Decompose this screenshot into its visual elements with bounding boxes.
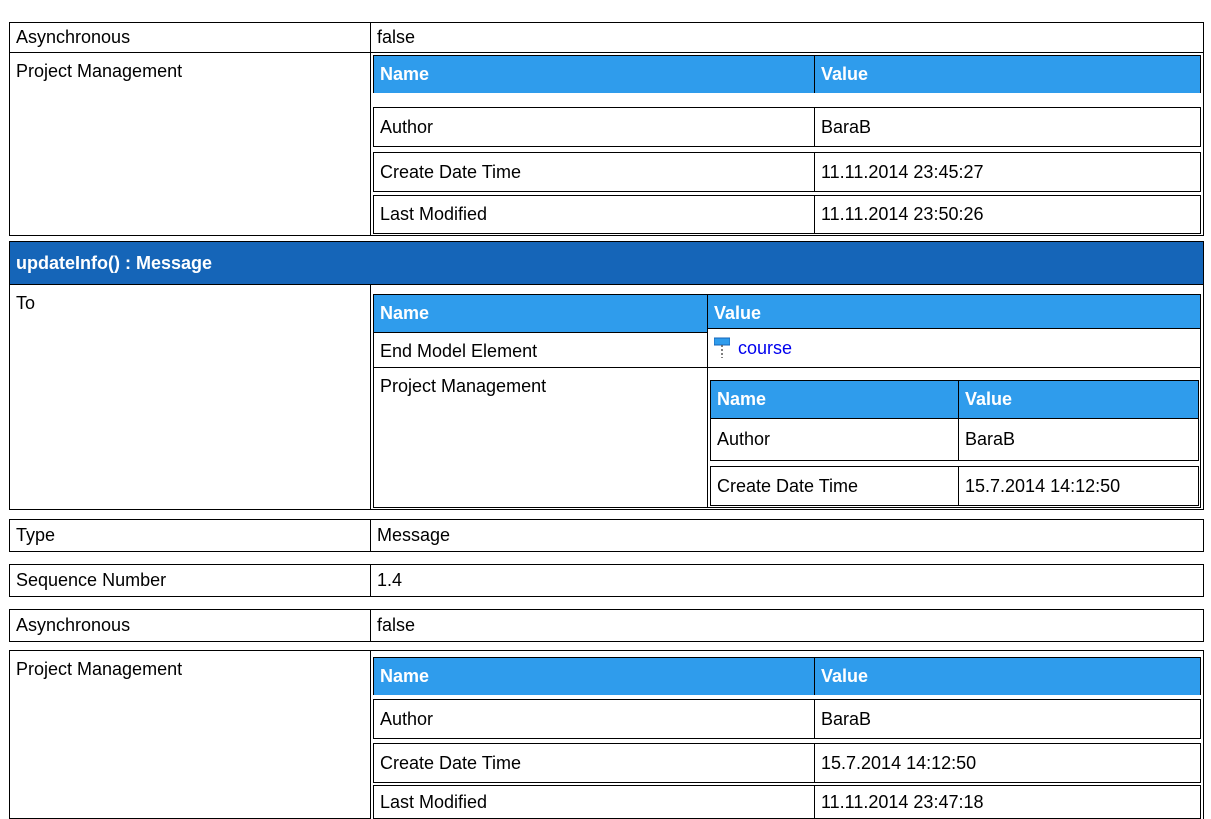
lifeline-icon <box>713 337 731 359</box>
pm-row-name: Author <box>373 107 815 147</box>
type-value: Message <box>370 519 1204 552</box>
sequence-number-label: Sequence Number <box>9 564 371 597</box>
pm-header-value: Value <box>814 657 1201 695</box>
to-pm-row-value: BaraB <box>958 418 1199 461</box>
pm-header-value: Value <box>814 55 1201 93</box>
to-project-management-label: Project Management <box>373 367 708 508</box>
pm-row-name: Create Date Time <box>373 743 815 783</box>
pm-header-name: Name <box>373 55 815 93</box>
to-pm-row-value: 15.7.2014 14:12:50 <box>958 466 1199 506</box>
pm-row-value: 15.7.2014 14:12:50 <box>814 743 1201 783</box>
pm-row-name: Last Modified <box>373 195 815 234</box>
pm-row-name: Create Date Time <box>373 152 815 192</box>
type-label: Type <box>9 519 371 552</box>
pm-row-name: Author <box>373 699 815 739</box>
pm-row-value: 11.11.2014 23:45:27 <box>814 152 1201 192</box>
pm-header-name: Name <box>373 657 815 695</box>
end-model-element-name: End Model Element <box>373 332 708 370</box>
to-pm-header-value: Value <box>958 380 1199 418</box>
end-model-element-value: course <box>707 328 1201 368</box>
to-header-value: Value <box>707 294 1201 332</box>
to-label: To <box>9 284 371 510</box>
end-model-element-link[interactable]: course <box>738 338 792 359</box>
to-pm-row-name: Create Date Time <box>710 466 959 506</box>
message-title: updateInfo() : Message <box>9 241 1204 285</box>
asynchronous-value: false <box>370 609 1204 642</box>
asynchronous-label: Asynchronous <box>9 22 371 53</box>
asynchronous-label: Asynchronous <box>9 609 371 642</box>
to-pm-row-name: Author <box>710 418 959 461</box>
sequence-number-value: 1.4 <box>370 564 1204 597</box>
pm-row-value: 11.11.2014 23:47:18 <box>814 785 1201 819</box>
pm-row-value: BaraB <box>814 699 1201 739</box>
pm-row-name: Last Modified <box>373 785 815 819</box>
to-pm-header-name: Name <box>710 380 959 418</box>
pm-row-value: 11.11.2014 23:50:26 <box>814 195 1201 234</box>
project-management-label: Project Management <box>9 52 371 236</box>
to-header-name: Name <box>373 294 708 332</box>
project-management-label: Project Management <box>9 650 371 819</box>
pm-row-value: BaraB <box>814 107 1201 147</box>
asynchronous-value: false <box>370 22 1204 53</box>
